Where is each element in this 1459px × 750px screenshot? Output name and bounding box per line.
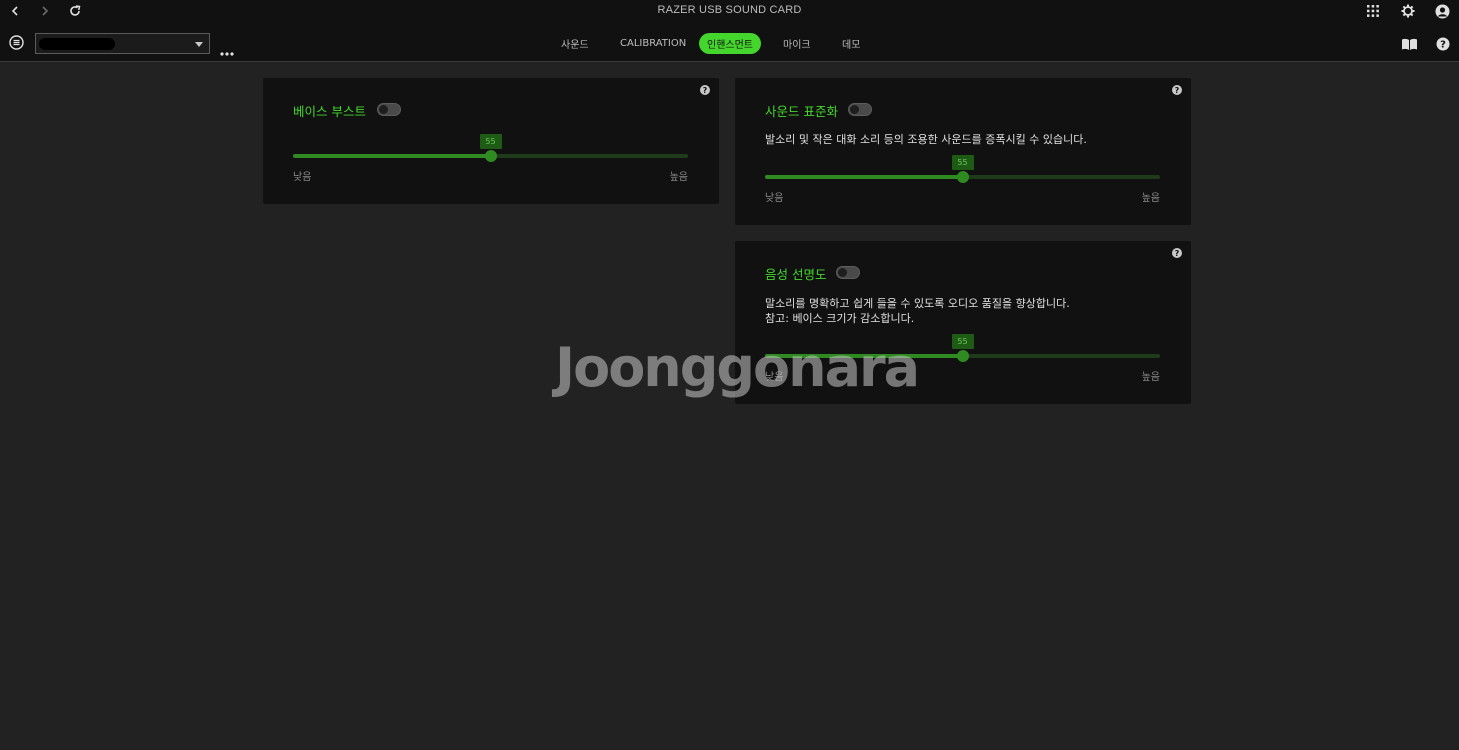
- apps-grid-icon: [1367, 5, 1379, 17]
- help-icon[interactable]: ?: [700, 85, 710, 95]
- help-button[interactable]: ?: [1436, 36, 1450, 55]
- toggle-knob: [850, 105, 859, 114]
- slider-fill: [293, 154, 491, 158]
- voice-clarity-toggle[interactable]: [836, 266, 860, 279]
- bass-boost-card: ? 베이스 부스트 55 낮음 높음: [263, 78, 719, 204]
- sound-normalization-card: ? 사운드 표준화 발소리 및 작은 대화 소리 등의 조용한 사운드를 증폭시…: [735, 78, 1191, 225]
- window-title: RAZER USB SOUND CARD: [657, 4, 802, 16]
- toggle-knob: [379, 105, 388, 114]
- tab-mic[interactable]: 마이크: [783, 33, 811, 54]
- sound-normalization-slider[interactable]: 55: [765, 155, 1160, 185]
- voice-clarity-title: 음성 선명도: [765, 267, 827, 282]
- voice-clarity-description-line2: 참고: 베이스 크기가 감소합니다.: [765, 312, 915, 325]
- guide-button[interactable]: [1401, 36, 1418, 55]
- high-label: 높음: [1141, 372, 1160, 383]
- watermark: Joonggonara: [555, 336, 920, 399]
- tab-sound[interactable]: 사운드: [561, 33, 589, 54]
- high-label: 높음: [1141, 193, 1160, 204]
- slider-value: 55: [951, 155, 974, 170]
- title-bar: RAZER USB SOUND CARD: [0, 0, 1459, 22]
- sound-normalization-toggle[interactable]: [848, 103, 872, 116]
- apps-button[interactable]: [1364, 2, 1382, 20]
- high-label: 높음: [669, 172, 688, 183]
- low-label: 낮음: [293, 172, 312, 183]
- slider-value: 55: [951, 334, 974, 349]
- book-icon: [1402, 38, 1417, 50]
- slider-thumb[interactable]: [956, 350, 969, 362]
- bass-boost-slider[interactable]: 55: [293, 134, 688, 164]
- settings-button[interactable]: [1399, 2, 1417, 20]
- tab-enhancement[interactable]: 인핸스먼트: [699, 33, 761, 54]
- slider-thumb[interactable]: [956, 171, 969, 183]
- profile-button[interactable]: [1433, 2, 1451, 20]
- toggle-knob: [838, 268, 847, 277]
- gear-icon: [1401, 4, 1415, 18]
- low-label: 낮음: [765, 193, 784, 204]
- svg-text:?: ?: [1440, 40, 1446, 51]
- slider-fill: [765, 175, 963, 179]
- tab-calibration[interactable]: CALIBRATION: [620, 33, 686, 54]
- sound-normalization-description: 발소리 및 작은 대화 소리 등의 조용한 사운드를 증폭시킬 수 있습니다.: [765, 133, 1087, 146]
- help-icon[interactable]: ?: [1172, 85, 1182, 95]
- voice-clarity-description-line1: 말소리를 명확하고 쉽게 들을 수 있도록 오디오 품질을 향상합니다.: [765, 297, 1070, 310]
- slider-value: 55: [479, 134, 502, 149]
- help-icon[interactable]: ?: [1172, 248, 1182, 258]
- bass-boost-toggle[interactable]: [377, 103, 401, 116]
- help-icon: ?: [1436, 37, 1450, 51]
- toolbar: 사운드 CALIBRATION 인핸스먼트 마이크 데모 ?: [0, 22, 1459, 62]
- tab-bar: 사운드 CALIBRATION 인핸스먼트 마이크 데모: [0, 33, 1459, 54]
- slider-thumb[interactable]: [484, 150, 497, 162]
- tab-demo[interactable]: 데모: [842, 33, 860, 54]
- sound-normalization-title: 사운드 표준화: [765, 104, 838, 119]
- profile-icon: [1435, 4, 1449, 18]
- bass-boost-title: 베이스 부스트: [293, 104, 366, 119]
